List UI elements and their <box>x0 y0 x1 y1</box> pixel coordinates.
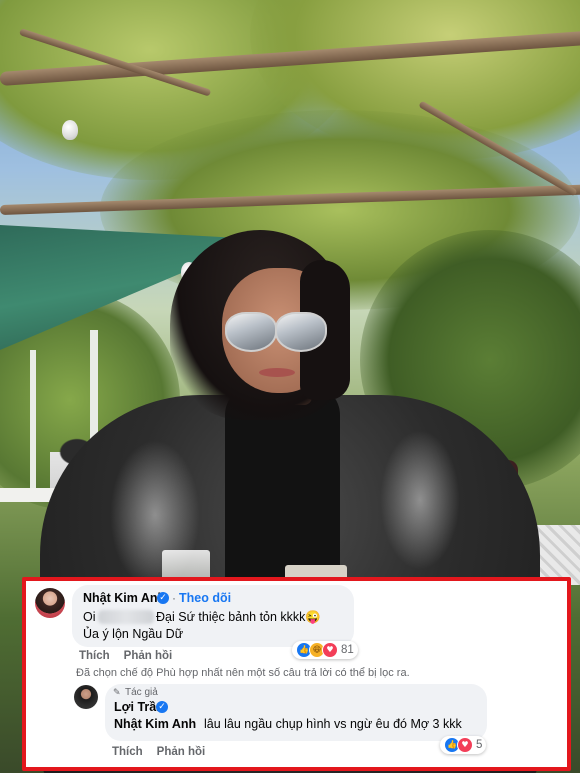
avatar[interactable] <box>35 588 65 618</box>
reaction-summary[interactable]: 👍 ♥ 5 <box>440 736 487 754</box>
comment-text: Đại Sứ thiệc bảnh tỏn kkkk😜 <box>156 610 321 624</box>
sunglasses-lens <box>225 312 277 352</box>
follow-button[interactable]: Theo dõi <box>179 591 231 605</box>
love-reaction-icon: ♥ <box>322 642 338 658</box>
pen-icon: ✎ <box>113 688 121 698</box>
like-button[interactable]: Thích <box>112 746 143 758</box>
comment-author[interactable]: Nhật Kim Anh <box>83 591 165 605</box>
sunglasses-lens <box>275 312 327 352</box>
avatar[interactable] <box>74 685 98 709</box>
author-tag: Tác giả <box>125 687 158 698</box>
like-button[interactable]: Thích <box>79 650 110 662</box>
comment-text: Oi <box>83 610 96 624</box>
comment-actions: Thích Phản hồi <box>112 746 205 758</box>
mention-link[interactable]: Nhật Kim Anh <box>114 717 196 731</box>
light-bulb <box>62 120 78 140</box>
love-reaction-icon: ♥ <box>457 737 473 753</box>
jacket-highlight <box>380 430 460 570</box>
pillar <box>30 350 36 490</box>
verified-badge-icon: ✓ <box>157 592 169 604</box>
comment-text: lâu lâu ngầu chụp hình vs ngừ êu đó Mợ 3… <box>204 717 462 731</box>
verified-badge-icon: ✓ <box>156 701 168 713</box>
separator-dot: · <box>172 591 176 605</box>
comment-actions: Thích Phản hồi <box>79 650 172 662</box>
comment-text: Ủa ý lộn Ngầu Dữ <box>83 627 184 641</box>
reaction-count: 5 <box>476 739 483 751</box>
comments-panel: Nhật Kim Anh ✓ · Theo dõi Oi Đại Sứ thiệ… <box>22 577 571 771</box>
reply-button[interactable]: Phản hồi <box>124 650 173 662</box>
reaction-summary[interactable]: 👍 😆 ♥ 81 <box>292 641 358 659</box>
lips <box>259 368 295 377</box>
blurred-name <box>98 610 154 624</box>
reply-button[interactable]: Phản hồi <box>157 746 206 758</box>
reaction-count: 81 <box>341 644 354 656</box>
filter-notice: Đã chọn chế độ Phù hợp nhất nên một số c… <box>76 667 410 679</box>
